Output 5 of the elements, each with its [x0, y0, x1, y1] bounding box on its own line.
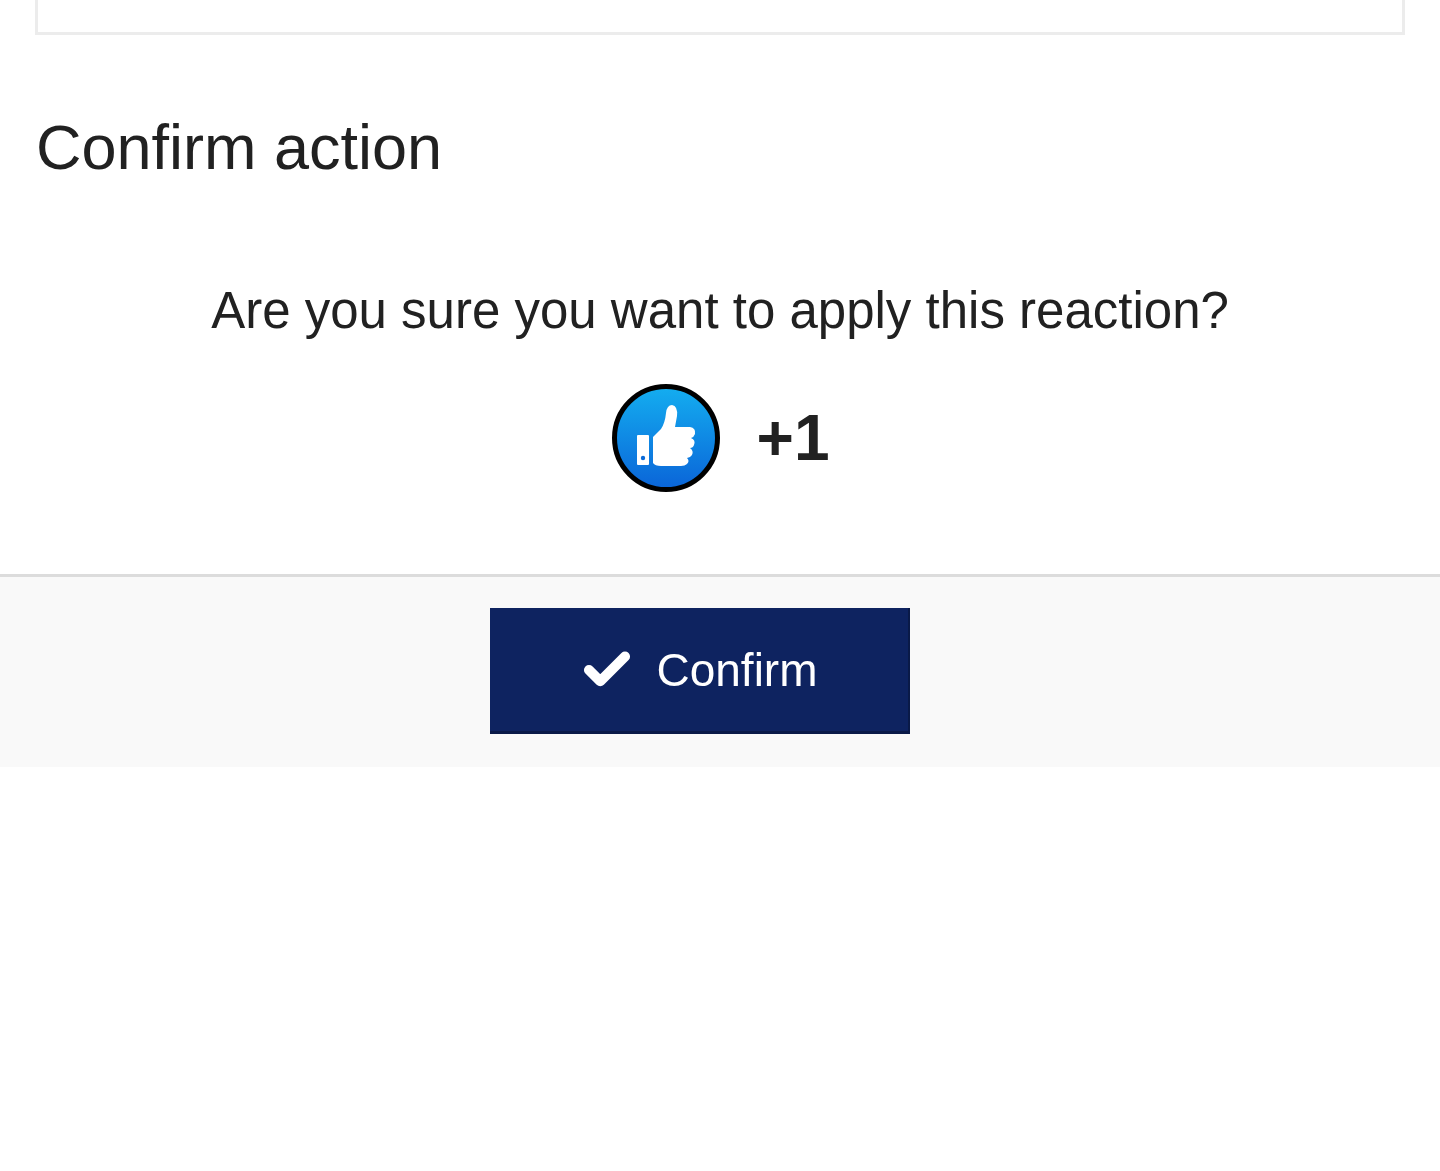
dialog-title: Confirm action: [36, 111, 443, 183]
reaction-label: +1: [756, 403, 830, 473]
thumbs-up-icon: [610, 383, 721, 493]
confirmation-message: Are you sure you want to apply this reaction?: [211, 281, 1229, 341]
confirm-button[interactable]: Confirm: [490, 608, 910, 734]
